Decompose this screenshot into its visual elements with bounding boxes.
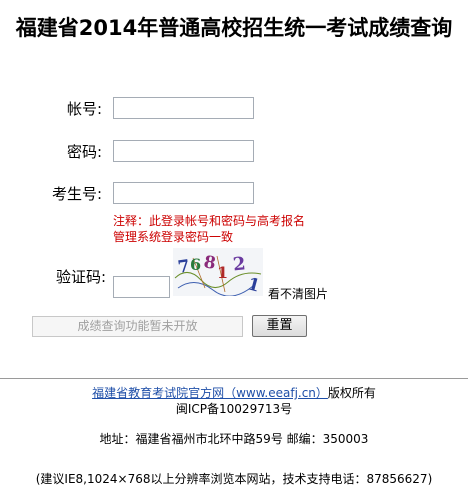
site-link[interactable]: 福建省教育考试院官方网（www.eeafj.cn） bbox=[92, 386, 328, 400]
address-text: 地址：福建省福州市北环中路59号 邮编：350003 bbox=[99, 432, 369, 446]
captcha-graphic: 7 6 8 1 2 1 bbox=[174, 252, 262, 297]
svg-text:6: 6 bbox=[190, 255, 201, 274]
reset-button[interactable]: 重置 bbox=[252, 315, 307, 337]
password-label: 密码: bbox=[66, 143, 102, 161]
note-line-1: 注释：此登录帐号和密码与高考报名 bbox=[113, 214, 306, 228]
password-input[interactable] bbox=[113, 140, 254, 162]
captcha-refresh-link[interactable]: 看不清图片 bbox=[268, 285, 328, 302]
footer-copyright: 福建省教育考试院官方网（www.eeafj.cn）版权所有 bbox=[0, 384, 468, 401]
svg-text:2: 2 bbox=[232, 253, 247, 275]
note-line-2: 管理系统登录密码一致 bbox=[113, 230, 234, 244]
account-input[interactable] bbox=[113, 97, 254, 119]
rights-text: 版权所有 bbox=[327, 386, 376, 400]
exam-number-input[interactable] bbox=[113, 182, 254, 204]
svg-text:8: 8 bbox=[202, 252, 217, 274]
account-label: 帐号: bbox=[66, 100, 102, 118]
support-text: (建议IE8,1024×768以上分辨率浏览本网站，技术支持电话：8785662… bbox=[35, 472, 433, 486]
icp-number: 闽ICP备10029713号 bbox=[175, 402, 293, 416]
captcha-input[interactable] bbox=[113, 276, 170, 298]
login-note: 注释：此登录帐号和密码与高考报名 管理系统登录密码一致 bbox=[113, 213, 343, 245]
svg-text:1: 1 bbox=[217, 263, 228, 282]
exam-number-label: 考生号: bbox=[51, 185, 102, 203]
footer-divider bbox=[0, 378, 468, 379]
captcha-label: 验证码: bbox=[55, 268, 106, 286]
svg-text:1: 1 bbox=[245, 274, 262, 296]
svg-text:7: 7 bbox=[177, 256, 192, 277]
captcha-image[interactable]: 7 6 8 1 2 1 bbox=[173, 248, 263, 297]
query-button[interactable]: 成绩查询功能暂未开放 bbox=[32, 316, 243, 337]
page-title: 福建省2014年普通高校招生统一考试成绩查询 bbox=[15, 16, 453, 40]
